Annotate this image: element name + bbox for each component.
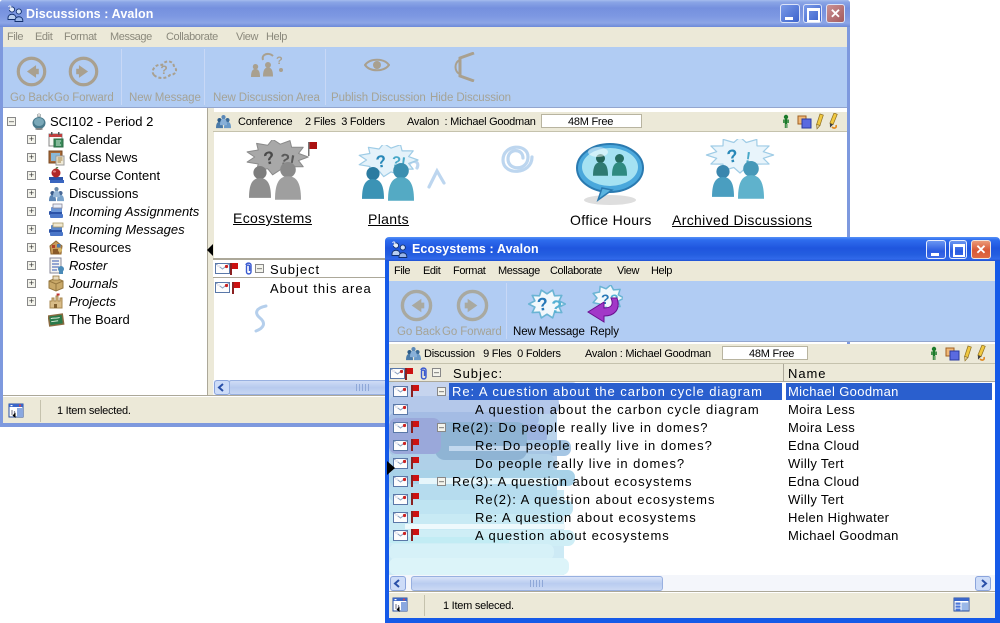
- svg-text:?: ?: [160, 63, 167, 77]
- svg-text:?: ?: [392, 242, 396, 248]
- svg-text:?: ?: [8, 6, 12, 12]
- svg-text:?: ?: [549, 296, 563, 317]
- svg-text:?: ?: [276, 55, 283, 67]
